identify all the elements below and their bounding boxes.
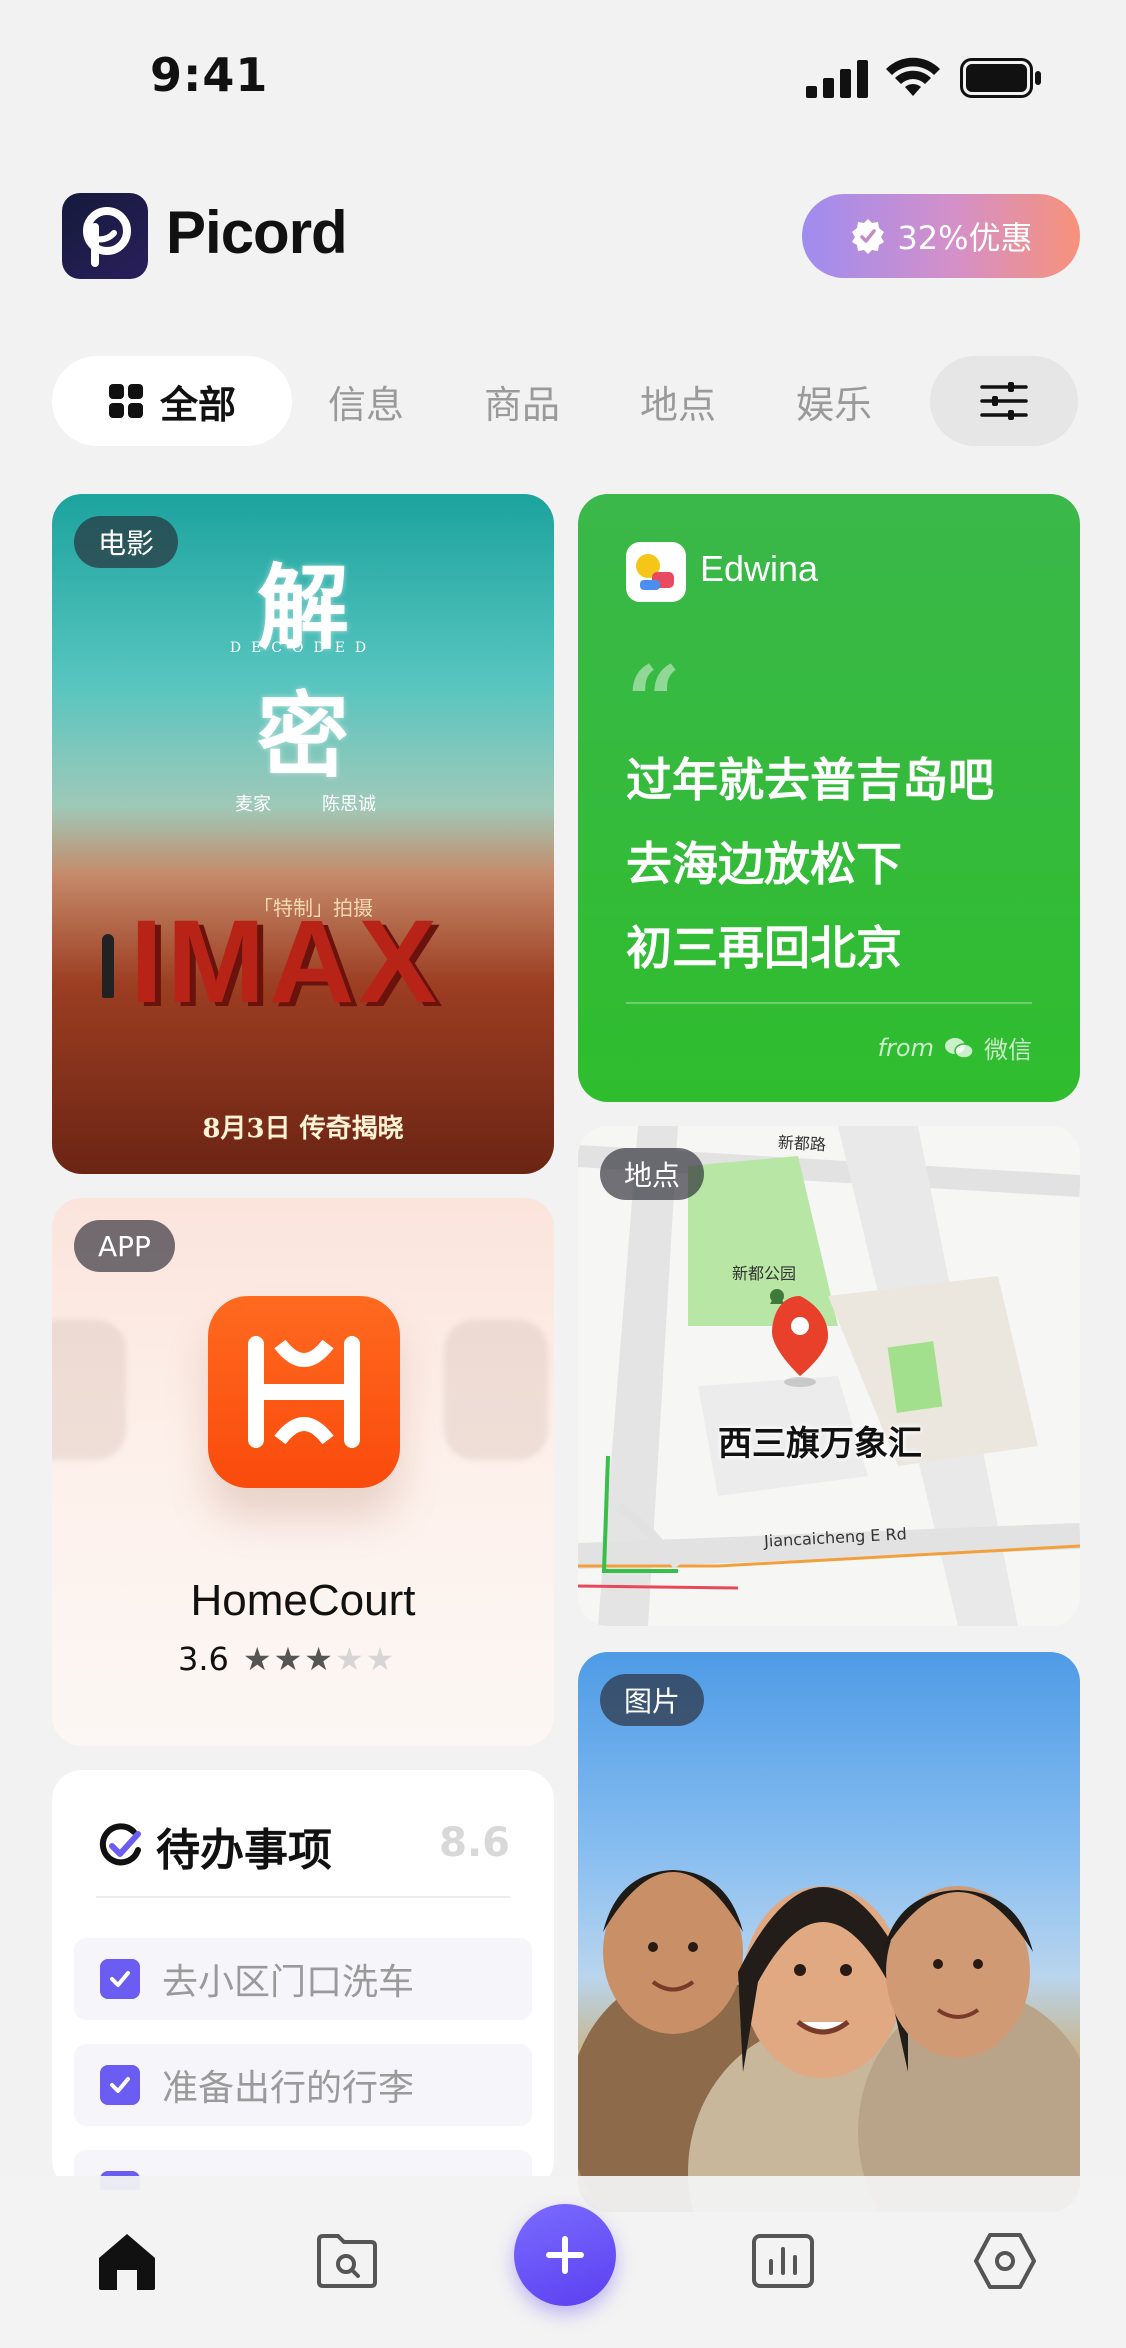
todo-title: 待办事项 (156, 1825, 332, 1876)
app-rating: 3.6 ★★★★★ (178, 1640, 396, 1678)
checkbox-checked-icon[interactable] (100, 2065, 140, 2105)
todo-item-label: 去小区门口洗车 (162, 1962, 415, 2003)
message-line-2: 去海边放松下 (626, 837, 902, 891)
bar-chart-icon (752, 2234, 814, 2288)
plus-icon (546, 2236, 584, 2274)
app-name: HomeCourt (190, 1576, 416, 1625)
star-filled-icon: ★ (242, 1640, 274, 1678)
rating-value: 3.6 (178, 1640, 229, 1678)
tab-all[interactable]: 全部 (52, 356, 292, 446)
checkbox-checked-icon[interactable] (100, 1959, 140, 1999)
sliders-icon (980, 382, 1028, 420)
add-button[interactable] (514, 2204, 616, 2306)
movie-title-line2: 密 (256, 682, 349, 790)
nav-settings[interactable] (970, 2226, 1040, 2296)
wifi-icon (886, 57, 940, 96)
map-tag: 地点 (600, 1148, 705, 1200)
movie-title-en: DECODED (229, 640, 377, 656)
filter-button[interactable] (930, 356, 1078, 446)
cellular-signal-icon (806, 60, 868, 98)
todo-item-label: 准备出行的行李 (162, 2068, 415, 2109)
home-icon (99, 2234, 155, 2290)
sender-avatar (626, 542, 686, 602)
app-tag: APP (74, 1220, 175, 1272)
message-card[interactable]: Edwina “ 过年就去普吉岛吧 去海边放松下 初三再回北京 from 微信 (578, 494, 1080, 1102)
battery-icon (960, 58, 1041, 98)
app-logo (62, 193, 148, 279)
map-canvas (578, 1126, 1080, 1626)
movie-cast-2: 陈思诚 (322, 794, 376, 815)
movie-card[interactable]: 解 DECODED 密 麦家 陈思诚 「特制」拍摄 IMAX 8月3日 传奇揭晓… (52, 494, 554, 1174)
tab-info[interactable]: 信息 (328, 374, 404, 429)
picord-logo-icon (83, 207, 131, 267)
nav-stats[interactable] (748, 2226, 818, 2296)
homecourt-app-icon (208, 1296, 400, 1488)
status-bar: 9:41 (0, 0, 1126, 150)
from-label: from (877, 1033, 934, 1062)
photo-card[interactable]: 图片 (578, 1652, 1080, 2212)
sender-name: Edwina (700, 548, 819, 589)
nav-home[interactable] (92, 2226, 162, 2296)
movie-silhouette (102, 934, 114, 998)
movie-tag: 电影 (74, 516, 179, 568)
tab-all-label: 全部 (159, 382, 236, 427)
todo-score: 8.6 (439, 1820, 510, 1866)
tab-places[interactable]: 地点 (640, 374, 716, 429)
photo-image (578, 1870, 1080, 2212)
grid-icon (108, 384, 143, 418)
road-label-top: 新都路 (777, 1132, 827, 1155)
app-name: Picord (166, 199, 348, 266)
status-time: 9:41 (150, 48, 269, 102)
photo-tag: 图片 (600, 1674, 705, 1726)
place-name: 西三旗万象汇 (718, 1424, 922, 1464)
folder-search-icon (317, 2234, 377, 2288)
todo-item[interactable]: 准备出行的行李 (74, 2044, 532, 2126)
nav-search[interactable] (312, 2226, 382, 2296)
app-ghost-left (52, 1320, 126, 1460)
todo-header: 待办事项 (96, 1814, 332, 1878)
todo-divider (96, 1896, 510, 1898)
message-source: from 微信 (878, 1030, 1032, 1065)
promo-label: 32%优惠 (897, 219, 1033, 257)
star-empty-icon: ★ (365, 1640, 397, 1678)
movie-release-date: 8月3日 传奇揭晓 (202, 1114, 404, 1144)
message-line-1: 过年就去普吉岛吧 (626, 753, 994, 807)
wechat-icon (945, 1037, 974, 1059)
star-empty-icon: ★ (334, 1640, 366, 1678)
todo-check-icon (99, 1823, 141, 1866)
tab-entertainment[interactable]: 娱乐 (796, 374, 872, 429)
message-line-3: 初三再回北京 (626, 921, 902, 975)
discount-badge-icon (852, 219, 885, 254)
rating-stars: ★★★★★ (243, 1640, 396, 1678)
star-filled-icon: ★ (273, 1640, 305, 1678)
app-ghost-right (444, 1320, 548, 1460)
tab-products[interactable]: 商品 (484, 374, 560, 429)
star-filled-icon: ★ (304, 1640, 335, 1678)
promo-badge-button[interactable]: 32%优惠 (802, 194, 1080, 278)
source-app: 微信 (984, 1036, 1032, 1064)
todo-item[interactable]: 去小区门口洗车 (74, 1938, 532, 2020)
movie-imax-logo: IMAX (130, 896, 441, 1028)
app-card[interactable]: HomeCourt 3.6 ★★★★★ APP (52, 1198, 554, 1746)
settings-hexagon-icon (974, 2233, 1036, 2289)
message-divider (626, 1002, 1032, 1004)
quote-icon: “ (626, 645, 682, 758)
map-card[interactable]: 新都路 新都公园 西三旗万象汇 Jiancaicheng E Rd 地点 (578, 1126, 1080, 1626)
todo-card[interactable]: 待办事项 8.6 去小区门口洗车 准备出行的行李 (52, 1770, 554, 2190)
park-label: 新都公园 (732, 1264, 797, 1283)
bottom-nav (0, 2176, 1126, 2348)
